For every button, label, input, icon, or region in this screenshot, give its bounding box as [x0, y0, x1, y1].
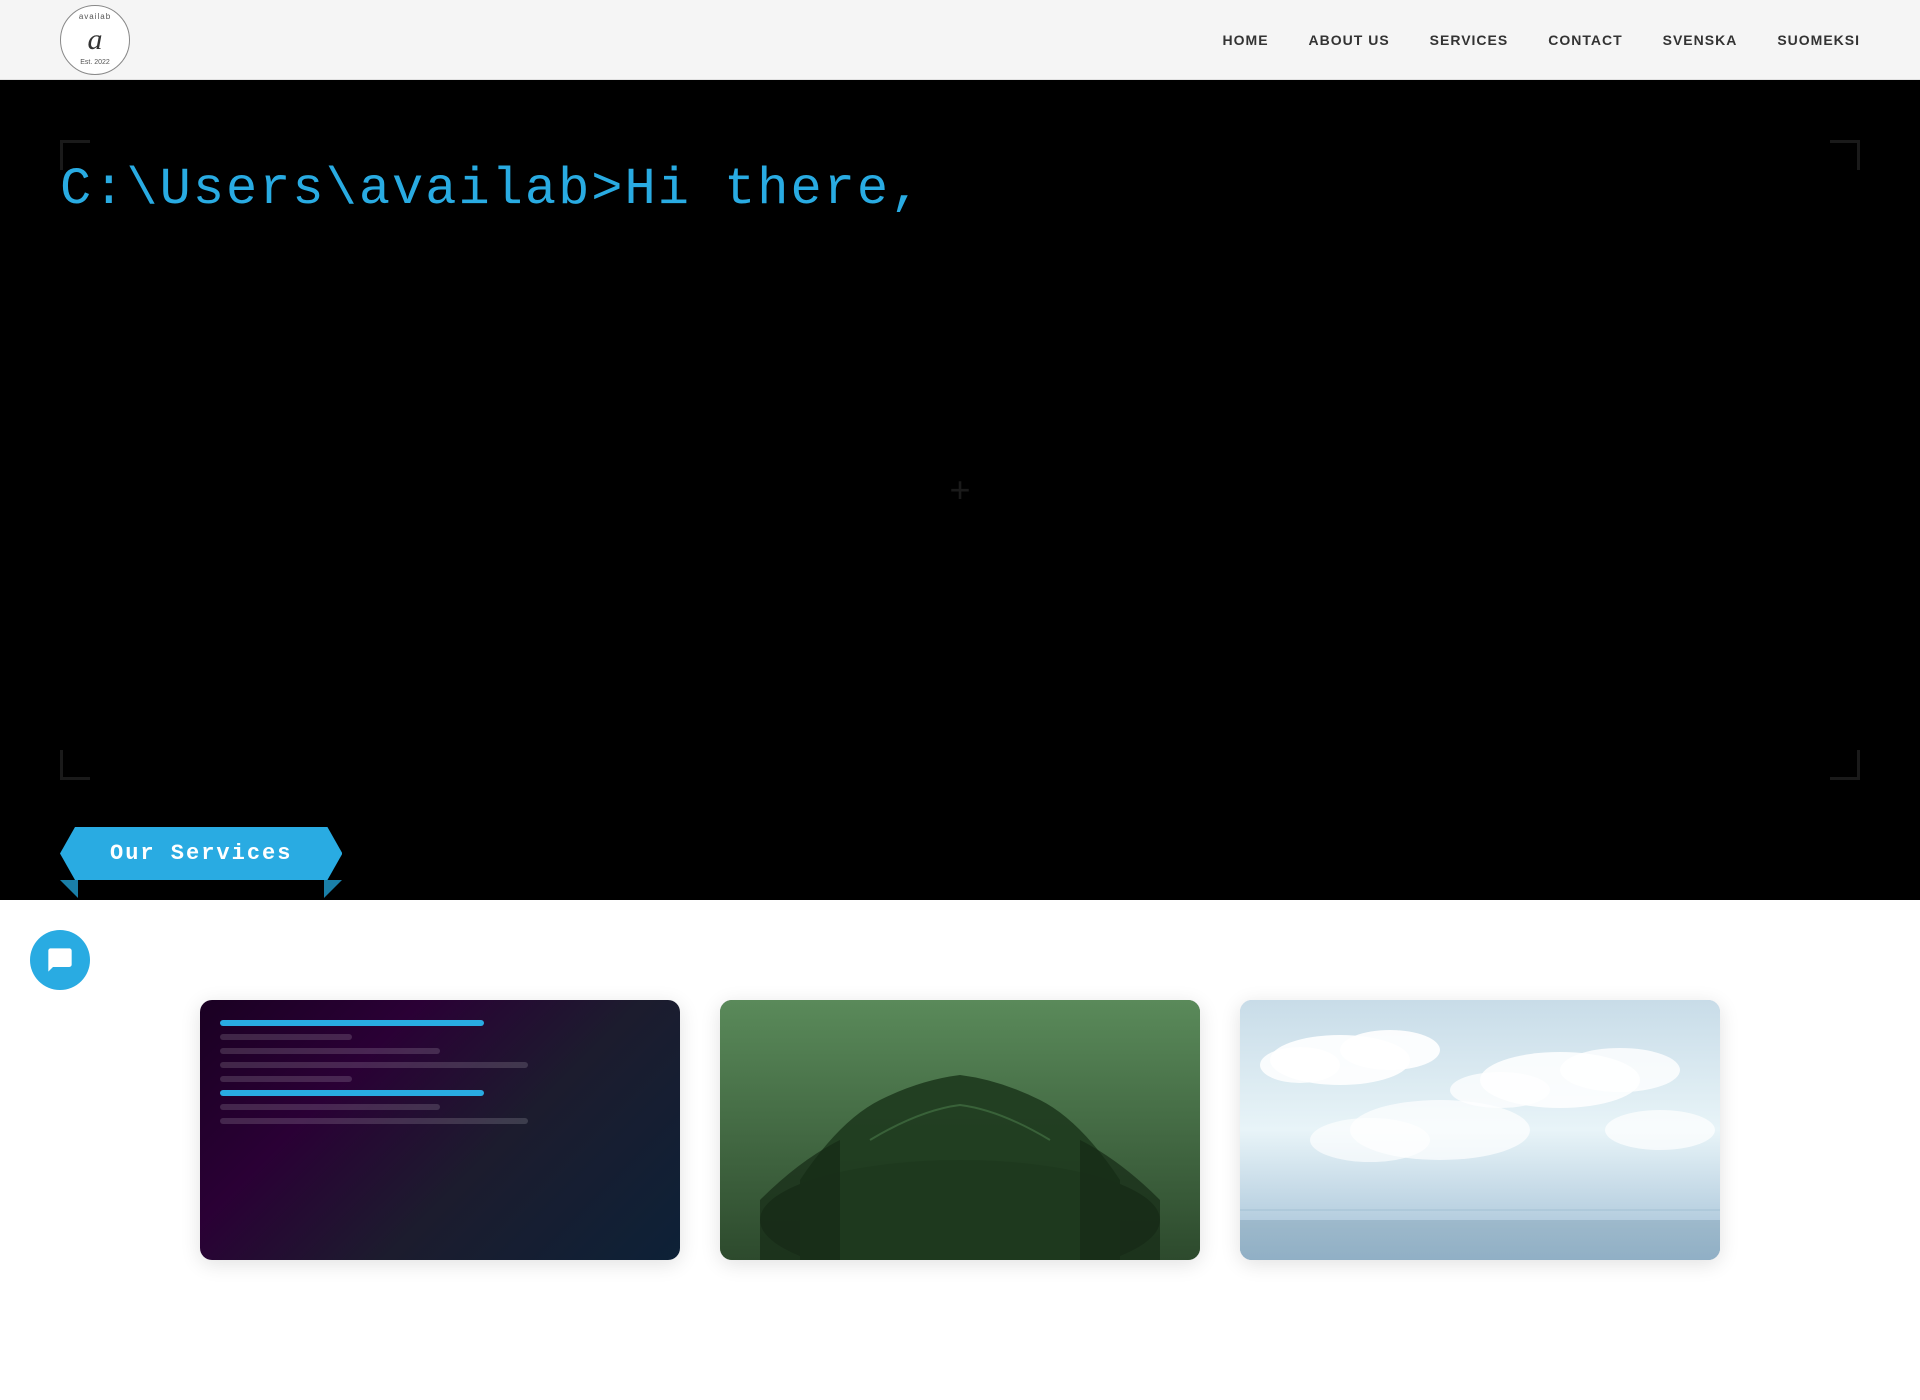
nav-suomeksi[interactable]: Suomeksi [1777, 32, 1860, 48]
chat-bubble-button[interactable] [30, 930, 90, 990]
code-line-1 [220, 1020, 484, 1026]
nav-services[interactable]: SERVICES [1430, 32, 1509, 48]
code-line-4 [220, 1062, 528, 1068]
code-line-8 [220, 1118, 528, 1124]
sky-svg [1240, 1000, 1720, 1260]
service-card-1[interactable] [200, 1000, 680, 1260]
code-line-5 [220, 1076, 352, 1082]
service-card-image-2 [720, 1000, 1200, 1260]
code-line-6 [220, 1090, 484, 1096]
building-silhouette-svg [720, 1000, 1200, 1260]
code-line-2 [220, 1034, 352, 1040]
services-section [0, 900, 1920, 1320]
banner-container: Our Services [60, 827, 342, 880]
logo-circle: availab a Est. 2022 [60, 5, 130, 75]
corner-bracket-bl [60, 750, 90, 780]
services-banner[interactable]: Our Services [60, 827, 342, 880]
nav-home[interactable]: HOME [1223, 32, 1269, 48]
code-line-7 [220, 1104, 440, 1110]
main-nav: HOME ABOUT US SERVICES CONTACT Svenska S… [1223, 32, 1860, 48]
code-line-3 [220, 1048, 440, 1054]
nav-svenska[interactable]: Svenska [1663, 32, 1738, 48]
services-banner-wrapper: Our Services [60, 827, 342, 880]
terminal-text: C:\Users\availab>Hi there, [60, 160, 923, 219]
service-card-image-3 [1240, 1000, 1720, 1260]
service-card-2[interactable] [720, 1000, 1200, 1260]
logo-letter: a [88, 23, 103, 57]
corner-bracket-br [1830, 750, 1860, 780]
service-cards [80, 1000, 1840, 1260]
code-lines-decoration [220, 1020, 660, 1132]
service-card-image-1 [200, 1000, 680, 1260]
header: availab a Est. 2022 HOME ABOUT US SERVIC… [0, 0, 1920, 80]
nav-contact[interactable]: CONTACT [1548, 32, 1622, 48]
corner-bracket-tr [1830, 140, 1860, 170]
hero-section: C:\Users\availab>Hi there, + Our Service… [0, 80, 1920, 900]
logo-company-text: availab [79, 12, 111, 21]
chat-icon [46, 946, 74, 974]
center-plus-icon: + [949, 469, 970, 511]
service-card-3[interactable] [1240, 1000, 1720, 1260]
logo-est-text: Est. 2022 [80, 59, 110, 66]
nav-about[interactable]: ABOUT US [1309, 32, 1390, 48]
logo[interactable]: availab a Est. 2022 [60, 5, 130, 75]
